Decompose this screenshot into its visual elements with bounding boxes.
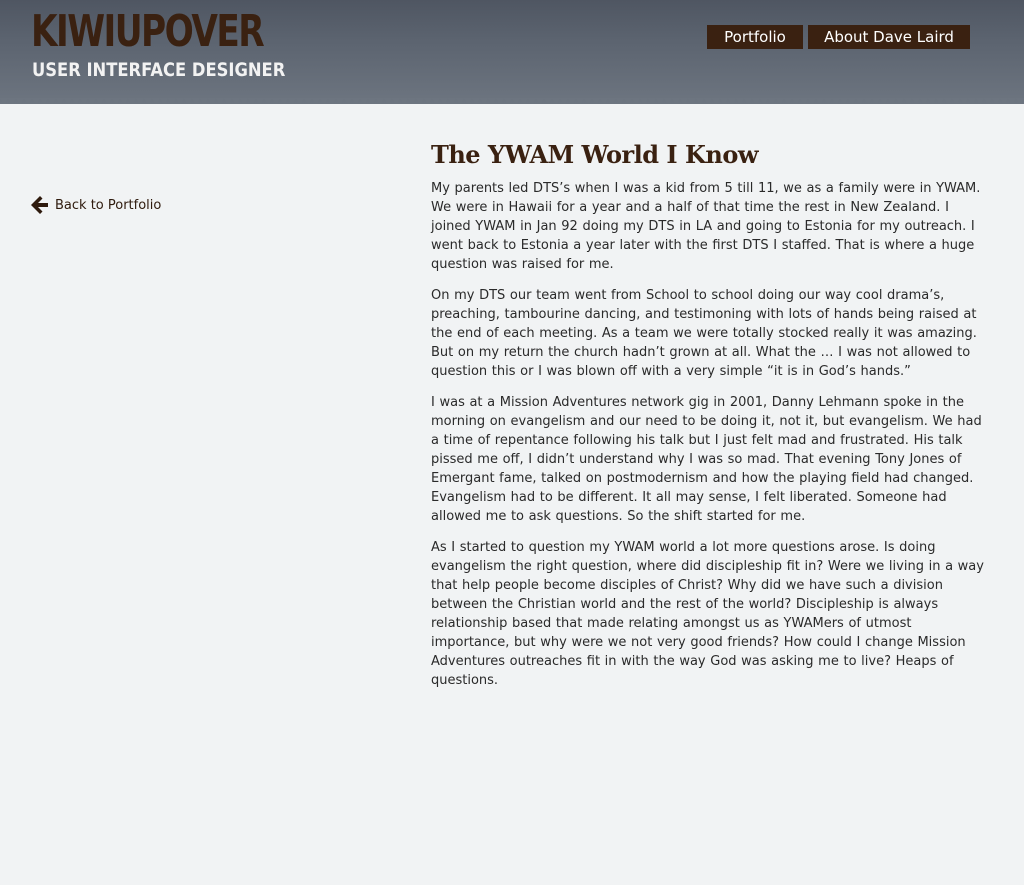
article-paragraph: I was at a Mission Adventures network gi… [431, 395, 982, 524]
arrow-left-icon [31, 195, 49, 215]
back-to-portfolio-link[interactable]: Back to Portfolio [31, 194, 161, 216]
article-paragraph: As I started to question my YWAM world a… [431, 540, 984, 688]
article-paragraph: On my DTS our team went from School to s… [431, 288, 977, 379]
logo-subtitle: USER INTERFACE DESIGNER [32, 59, 286, 81]
back-link-label: Back to Portfolio [55, 197, 162, 213]
nav-portfolio-button[interactable]: Portfolio [707, 25, 803, 49]
article: The YWAM World I Know My parents led DTS… [431, 138, 991, 702]
article-paragraph: My parents led DTS’s when I was a kid fr… [431, 181, 981, 272]
site-header: KIWIUPOVER USER INTERFACE DESIGNER Portf… [0, 0, 1024, 104]
article-title: The YWAM World I Know [431, 140, 759, 169]
nav-about-button[interactable]: About Dave Laird [808, 25, 970, 49]
logo-title[interactable]: KIWIUPOVER [31, 6, 265, 58]
header-zigzag-edge [0, 98, 1024, 104]
